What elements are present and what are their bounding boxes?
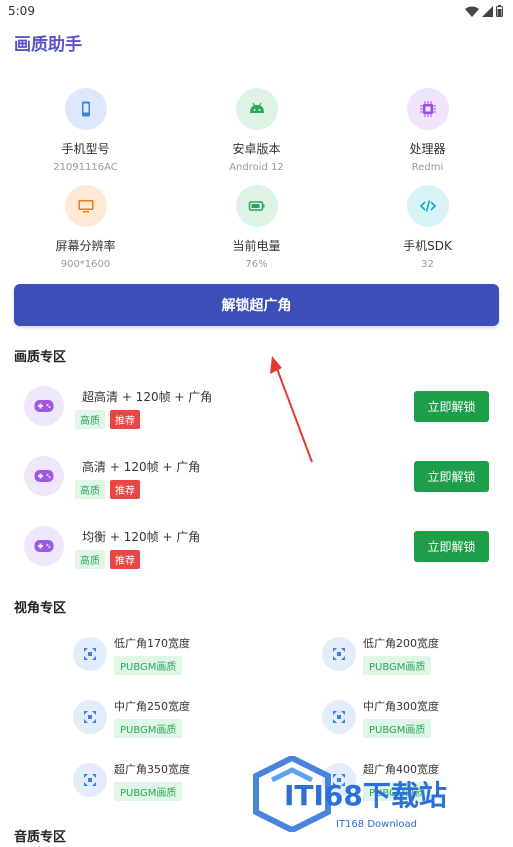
unlock-wide-angle-button[interactable]: 解锁超广角 bbox=[14, 284, 499, 326]
section-title-audio: 音质专区 bbox=[14, 830, 67, 845]
view-item-name: 低广角200宽度 bbox=[363, 637, 439, 650]
section-title-view: 视角专区 bbox=[14, 601, 67, 616]
view-item[interactable]: 中广角300宽度 PUBGM画质 bbox=[322, 698, 513, 738]
info-label: 当前电量 bbox=[232, 239, 281, 253]
info-processor: 处理器 Redmi bbox=[342, 88, 513, 173]
android-icon bbox=[235, 88, 278, 130]
gamepad-icon bbox=[24, 386, 64, 426]
view-item-name: 中广角250宽度 bbox=[114, 700, 190, 713]
battery-status-icon bbox=[496, 5, 503, 17]
view-item[interactable]: 中广角250宽度 PUBGM画质 bbox=[73, 698, 273, 738]
info-phone-model: 手机型号 21091116AC bbox=[0, 88, 171, 173]
info-value: 76% bbox=[245, 259, 268, 270]
app-title: 画质助手 bbox=[14, 35, 82, 55]
quality-item: 超高清 + 120帧 + 广角 高质 推荐 立即解锁 bbox=[0, 386, 513, 446]
device-info-grid: 手机型号 21091116AC 安卓版本 Android 12 处理器 Redm… bbox=[0, 88, 513, 270]
info-label: 安卓版本 bbox=[232, 142, 281, 156]
status-bar: 5:09 bbox=[0, 0, 513, 22]
info-android-version: 安卓版本 Android 12 bbox=[171, 88, 342, 173]
chip-icon bbox=[406, 88, 449, 130]
info-label: 手机SDK bbox=[403, 239, 452, 253]
view-item-tag: PUBGM画质 bbox=[114, 656, 183, 675]
view-item-name: 中广角300宽度 bbox=[363, 700, 439, 713]
info-label: 手机型号 bbox=[61, 142, 110, 156]
info-value: 900*1600 bbox=[60, 259, 111, 270]
quality-item: 均衡 + 120帧 + 广角 高质 推荐 立即解锁 bbox=[0, 526, 513, 586]
quality-item-tags: 高质 推荐 bbox=[75, 550, 140, 569]
battery-icon bbox=[235, 185, 278, 227]
info-sdk: 手机SDK 32 bbox=[342, 185, 513, 270]
signal-icon bbox=[482, 5, 493, 17]
unlock-now-button[interactable]: 立即解锁 bbox=[414, 461, 489, 492]
info-value: Redmi bbox=[411, 162, 444, 173]
quality-item-tags: 高质 推荐 bbox=[75, 410, 140, 429]
expand-icon bbox=[73, 700, 107, 734]
watermark-subtext: IT168 Download bbox=[336, 819, 418, 830]
unlock-now-button[interactable]: 立即解锁 bbox=[414, 391, 489, 422]
view-item[interactable]: 超广角350宽度 PUBGM画质 bbox=[73, 761, 273, 801]
wifi-icon bbox=[465, 6, 479, 17]
unlock-now-button[interactable]: 立即解锁 bbox=[414, 531, 489, 562]
info-label: 处理器 bbox=[409, 142, 446, 156]
quality-item-name: 超高清 + 120帧 + 广角 bbox=[82, 390, 213, 404]
view-item-tag: PUBGM画质 bbox=[363, 656, 432, 675]
info-value: 21091116AC bbox=[53, 162, 118, 173]
tag-recommended: 推荐 bbox=[110, 410, 140, 429]
quality-item-name: 均衡 + 120帧 + 广角 bbox=[82, 530, 201, 544]
monitor-icon bbox=[64, 185, 107, 227]
tag-recommended: 推荐 bbox=[110, 480, 140, 499]
view-item-tag: PUBGM画质 bbox=[114, 782, 183, 801]
view-item-tag: PUBGM画质 bbox=[114, 719, 183, 738]
view-item[interactable]: 低广角200宽度 PUBGM画质 bbox=[322, 635, 513, 675]
expand-icon bbox=[322, 637, 356, 671]
info-battery: 当前电量 76% bbox=[171, 185, 342, 270]
expand-icon bbox=[322, 700, 356, 734]
code-icon bbox=[406, 185, 449, 227]
quality-item-name: 高清 + 120帧 + 广角 bbox=[82, 460, 201, 474]
expand-icon bbox=[73, 637, 107, 671]
section-title-quality: 画质专区 bbox=[14, 350, 67, 365]
info-label: 屏幕分辨率 bbox=[55, 239, 116, 253]
phone-icon bbox=[64, 88, 107, 130]
tag-high-quality: 高质 bbox=[75, 480, 105, 499]
quality-item: 高清 + 120帧 + 广角 高质 推荐 立即解锁 bbox=[0, 456, 513, 516]
gamepad-icon bbox=[24, 456, 64, 496]
watermark-logo: ITI68下载站 IT168 Download bbox=[252, 752, 504, 836]
view-item-name: 低广角170宽度 bbox=[114, 637, 190, 650]
info-resolution: 屏幕分辨率 900*1600 bbox=[0, 185, 171, 270]
view-item[interactable]: 低广角170宽度 PUBGM画质 bbox=[73, 635, 273, 675]
tag-recommended: 推荐 bbox=[110, 550, 140, 569]
watermark-text: ITI68下载站 bbox=[284, 779, 447, 812]
tag-high-quality: 高质 bbox=[75, 410, 105, 429]
status-time: 5:09 bbox=[8, 4, 35, 18]
quality-item-tags: 高质 推荐 bbox=[75, 480, 140, 499]
tag-high-quality: 高质 bbox=[75, 550, 105, 569]
expand-icon bbox=[73, 763, 107, 797]
status-icons bbox=[465, 5, 503, 17]
info-value: Android 12 bbox=[229, 162, 284, 173]
view-item-tag: PUBGM画质 bbox=[363, 719, 432, 738]
view-item-name: 超广角350宽度 bbox=[114, 763, 190, 776]
info-value: 32 bbox=[421, 259, 434, 270]
gamepad-icon bbox=[24, 526, 64, 566]
